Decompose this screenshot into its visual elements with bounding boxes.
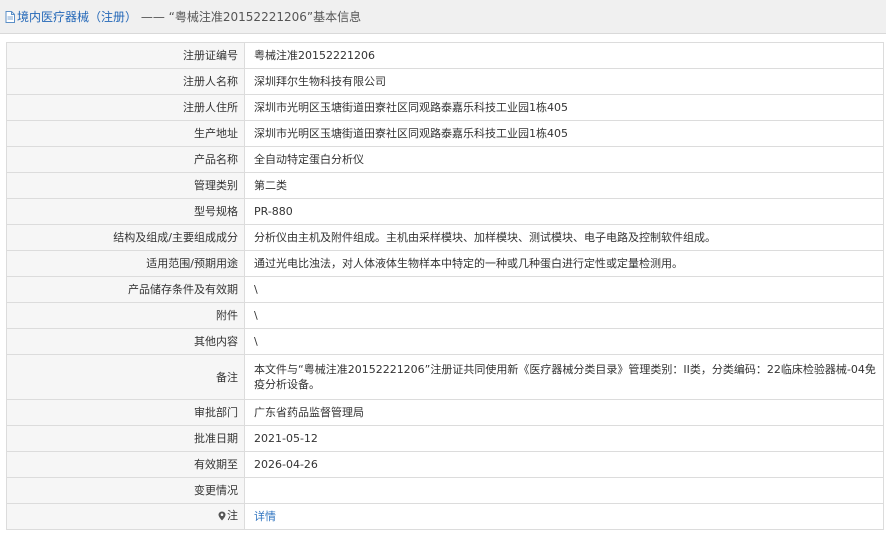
table-row: 注册人住所 深圳市光明区玉塘街道田寮社区同观路泰嘉乐科技工业园1栋405 xyxy=(6,94,884,121)
row-label: 产品名称 xyxy=(6,146,245,173)
table-row: 适用范围/预期用途 通过光电比浊法，对人体液体生物样本中特定的一种或几种蛋白进行… xyxy=(6,250,884,277)
table-row: 生产地址 深圳市光明区玉塘街道田寮社区同观路泰嘉乐科技工业园1栋405 xyxy=(6,120,884,147)
row-label: 适用范围/预期用途 xyxy=(6,250,245,277)
row-label: 生产地址 xyxy=(6,120,245,147)
table-row: 其他内容 \ xyxy=(6,328,884,355)
row-label: 批准日期 xyxy=(6,425,245,452)
row-value: 本文件与“粤械注准20152221206”注册证共同使用新《医疗器械分类目录》管… xyxy=(244,354,884,400)
row-label: 结构及组成/主要组成成分 xyxy=(6,224,245,251)
row-value: 2021-05-12 xyxy=(244,425,884,452)
row-label: 产品储存条件及有效期 xyxy=(6,276,245,303)
breadcrumb-category[interactable]: 境内医疗器械（注册） xyxy=(17,10,137,24)
row-value: \ xyxy=(244,328,884,355)
row-label: 有效期至 xyxy=(6,451,245,478)
row-label: 注册人名称 xyxy=(6,68,245,95)
row-label: 附件 xyxy=(6,302,245,329)
table-row: 注册证编号 粤械注准20152221206 xyxy=(6,42,884,69)
row-value: 2026-04-26 xyxy=(244,451,884,478)
title-separator: —— xyxy=(140,10,165,24)
table-row: 产品名称 全自动特定蛋白分析仪 xyxy=(6,146,884,173)
table-row: 附件 \ xyxy=(6,302,884,329)
table-row: 结构及组成/主要组成成分 分析仪由主机及附件组成。主机由采样模块、加样模块、测试… xyxy=(6,224,884,251)
row-value: 全自动特定蛋白分析仪 xyxy=(244,146,884,173)
row-label: 其他内容 xyxy=(6,328,245,355)
registration-info-table: 注册证编号 粤械注准20152221206 注册人名称 深圳拜尔生物科技有限公司… xyxy=(6,42,884,530)
row-label: 备注 xyxy=(6,354,245,400)
table-row: 备注 本文件与“粤械注准20152221206”注册证共同使用新《医疗器械分类目… xyxy=(6,354,884,400)
table-row: 有效期至 2026-04-26 xyxy=(6,451,884,478)
page-header: 境内医疗器械（注册） —— “粤械注准20152221206”基本信息 xyxy=(0,0,886,34)
row-value: 第二类 xyxy=(244,172,884,199)
note-value-cell: 详情 xyxy=(244,503,884,530)
row-value: 通过光电比浊法，对人体液体生物样本中特定的一种或几种蛋白进行定性或定量检测用。 xyxy=(244,250,884,277)
row-label: 注册证编号 xyxy=(6,42,245,69)
table-row: 变更情况 xyxy=(6,477,884,504)
table-row: 批准日期 2021-05-12 xyxy=(6,425,884,452)
row-value: 广东省药品监督管理局 xyxy=(244,399,884,426)
page-title: 境内医疗器械（注册） —— “粤械注准20152221206”基本信息 xyxy=(17,8,361,25)
note-label: 注 xyxy=(218,508,238,523)
note-label-cell: 注 xyxy=(6,503,245,530)
row-value xyxy=(244,477,884,504)
table-row-note: 注 详情 xyxy=(6,503,884,530)
row-value: 粤械注准20152221206 xyxy=(244,42,884,69)
row-label: 型号规格 xyxy=(6,198,245,225)
table-row: 注册人名称 深圳拜尔生物科技有限公司 xyxy=(6,68,884,95)
table-row: 审批部门 广东省药品监督管理局 xyxy=(6,399,884,426)
document-icon xyxy=(5,10,15,23)
title-subject: “粤械注准20152221206”基本信息 xyxy=(168,10,362,24)
row-value: \ xyxy=(244,302,884,329)
row-value: 深圳市光明区玉塘街道田寮社区同观路泰嘉乐科技工业园1栋405 xyxy=(244,120,884,147)
row-label: 管理类别 xyxy=(6,172,245,199)
row-value: 深圳市光明区玉塘街道田寮社区同观路泰嘉乐科技工业园1栋405 xyxy=(244,94,884,121)
row-value: 深圳拜尔生物科技有限公司 xyxy=(244,68,884,95)
details-link[interactable]: 详情 xyxy=(254,510,276,523)
note-label-text: 注 xyxy=(227,509,238,523)
table-row: 型号规格 PR-880 xyxy=(6,198,884,225)
row-label: 审批部门 xyxy=(6,399,245,426)
table-row: 产品储存条件及有效期 \ xyxy=(6,276,884,303)
row-value: \ xyxy=(244,276,884,303)
row-label: 注册人住所 xyxy=(6,94,245,121)
pin-icon xyxy=(218,511,226,521)
row-label: 变更情况 xyxy=(6,477,245,504)
row-value: 分析仪由主机及附件组成。主机由采样模块、加样模块、测试模块、电子电路及控制软件组… xyxy=(244,224,884,251)
table-row: 管理类别 第二类 xyxy=(6,172,884,199)
row-value: PR-880 xyxy=(244,198,884,225)
